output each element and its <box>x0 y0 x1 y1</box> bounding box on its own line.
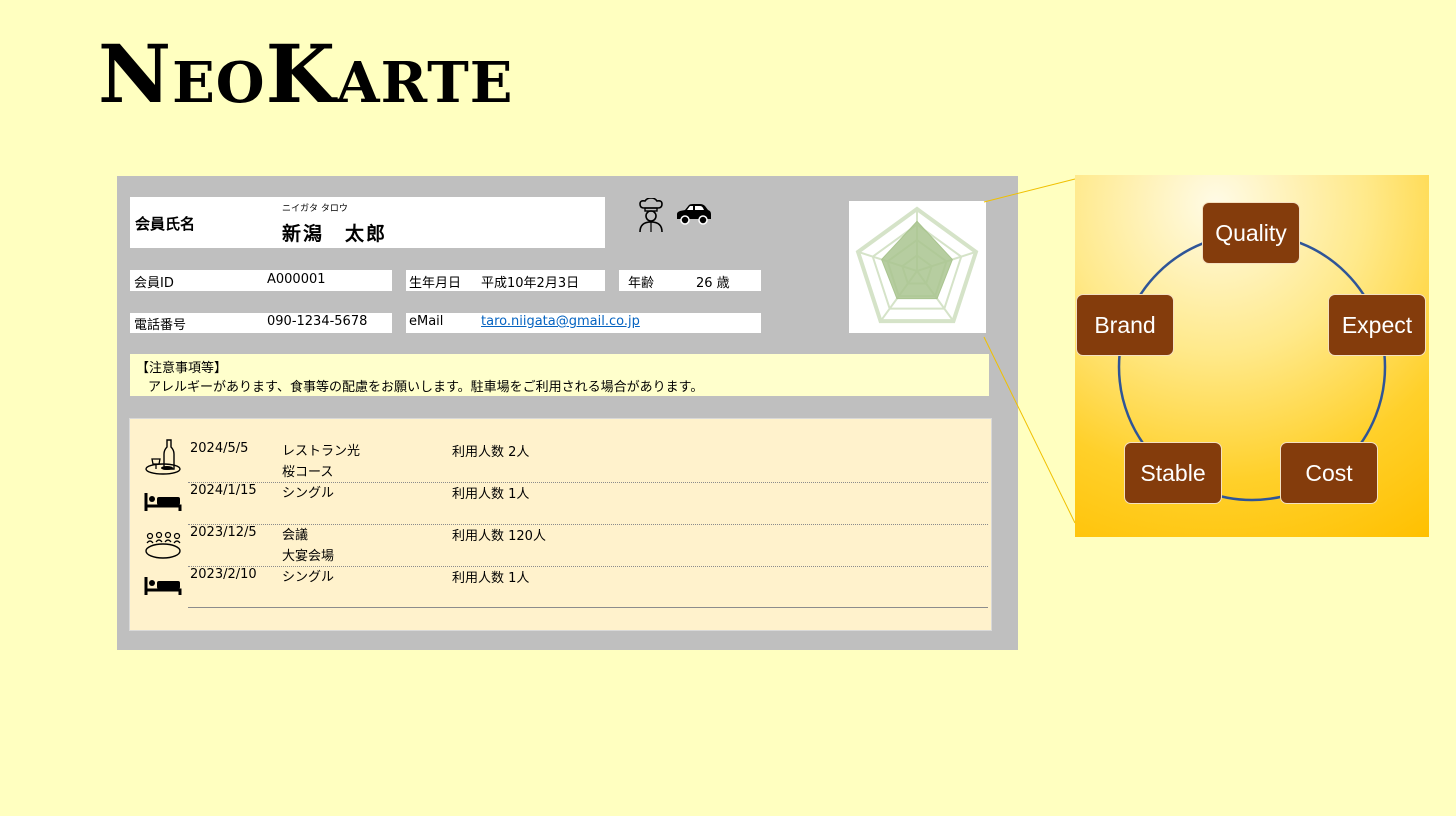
meeting-icon <box>145 531 181 559</box>
age-label: 年齢 <box>628 276 655 291</box>
history-service: シングル <box>282 486 335 501</box>
callout-lines <box>983 178 1076 524</box>
history-service: 会議 大宴会場 <box>282 528 335 564</box>
bed-icon <box>144 577 182 595</box>
cycle-diagram: Quality Expect Cost Stable Brand <box>1075 175 1429 537</box>
history-row[interactable]: 2023/2/10 シングル 利用人数 1人 <box>130 567 991 609</box>
radar-svg <box>855 206 979 324</box>
radar-chart <box>849 201 986 333</box>
phone-value: 090-1234-5678 <box>267 314 368 329</box>
member-id-box: 会員ID A000001 <box>130 270 392 291</box>
node-brand[interactable]: Brand <box>1076 294 1174 356</box>
node-expect[interactable]: Expect <box>1328 294 1426 356</box>
phone-label: 電話番号 <box>134 318 187 333</box>
radar-series-area <box>881 220 953 300</box>
member-id-value: A000001 <box>267 272 326 287</box>
history-count: 利用人数 120人 <box>452 529 546 544</box>
birth-box: 生年月日 平成10年2月3日 <box>406 270 605 291</box>
history-row[interactable]: 2024/5/5 レストラン光 桜コース 利用人数 2人 <box>130 439 991 483</box>
member-name: 新潟 太郎 <box>282 223 388 245</box>
birth-value: 平成10年2月3日 <box>481 276 580 291</box>
row-divider <box>188 607 988 608</box>
history-row[interactable]: 2024/1/15 シングル 利用人数 1人 <box>130 483 991 525</box>
history-row[interactable]: 2023/12/5 会議 大宴会場 利用人数 120人 <box>130 525 991 567</box>
email-label: eMail <box>409 314 444 329</box>
notes-text: アレルギーがあります、食事等の配慮をお願いします。駐車場をご利用される場合があり… <box>148 380 704 395</box>
node-stable[interactable]: Stable <box>1124 442 1222 504</box>
history-service: レストラン光 桜コース <box>282 444 361 480</box>
history-count: 利用人数 1人 <box>452 571 530 586</box>
history-date: 2023/2/10 <box>190 567 257 582</box>
car-icon <box>677 204 711 225</box>
email-box: eMail taro.niigata@gmail.co.jp <box>406 313 761 333</box>
history-date: 2024/1/15 <box>190 483 257 498</box>
history-list: 2024/5/5 レストラン光 桜コース 利用人数 2人 2024/1/15 シン… <box>129 418 992 631</box>
bed-icon <box>144 493 182 511</box>
node-cost[interactable]: Cost <box>1280 442 1378 504</box>
history-count: 利用人数 1人 <box>452 487 530 502</box>
chef-icon <box>639 198 663 232</box>
notes-box: 【注意事項等】 アレルギーがあります、食事等の配慮をお願いします。駐車場をご利用… <box>130 354 989 396</box>
history-count: 利用人数 2人 <box>452 445 530 460</box>
age-box: 年齢 26 歳 <box>619 270 761 291</box>
name-kana: ニイガタ タロウ <box>282 204 348 214</box>
email-link[interactable]: taro.niigata@gmail.co.jp <box>481 314 640 329</box>
age-value: 26 歳 <box>696 276 730 291</box>
app-title: NeoKarte <box>98 27 514 121</box>
name-label: 会員氏名 <box>135 215 196 233</box>
history-service: シングル <box>282 570 335 585</box>
history-date: 2023/12/5 <box>190 525 257 540</box>
member-id-label: 会員ID <box>134 276 174 291</box>
birth-label: 生年月日 <box>409 276 462 291</box>
notes-title: 【注意事項等】 <box>136 361 228 376</box>
history-date: 2024/5/5 <box>190 441 249 456</box>
phone-box: 電話番号 090-1234-5678 <box>130 313 392 333</box>
dining-icon <box>145 439 181 475</box>
member-card: 会員氏名 ニイガタ タロウ 新潟 太郎 会員ID A000001 生年月日 平成… <box>117 176 1018 650</box>
name-box: 会員氏名 ニイガタ タロウ 新潟 太郎 <box>130 197 605 248</box>
node-quality[interactable]: Quality <box>1202 202 1300 264</box>
